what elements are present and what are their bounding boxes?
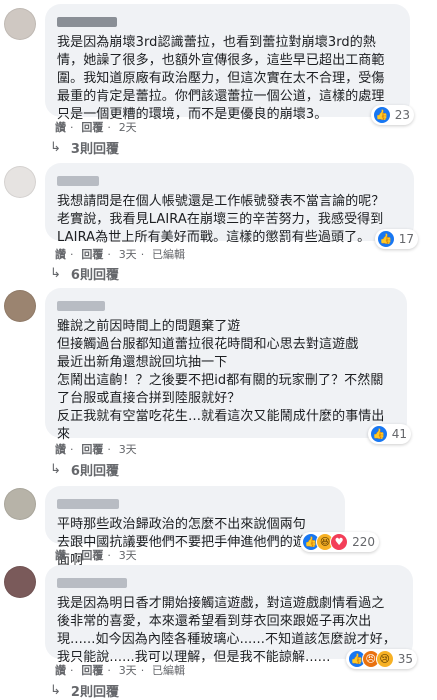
comment-bubble: 平時那些政治歸政治的怎麼不出來說個兩句 去跟中國抗議要他們不要把手伸進他們的遊戲… bbox=[45, 486, 379, 568]
reply-arrow-icon: ↳ bbox=[50, 683, 61, 698]
timestamp[interactable]: 2天 bbox=[119, 121, 137, 134]
author-name-redacted[interactable] bbox=[57, 176, 99, 186]
reaction-count: 17 bbox=[398, 232, 414, 246]
thumbs-up-icon: 👍 bbox=[372, 106, 391, 124]
sad-face-icon: 😢 bbox=[375, 650, 394, 668]
replies-label: 6則回覆 bbox=[70, 268, 119, 283]
replies-label: 6則回覆 bbox=[70, 464, 119, 479]
timestamp[interactable]: 3天 bbox=[119, 549, 137, 562]
avatar[interactable] bbox=[4, 488, 36, 520]
comment-text: 我是因為崩壞3rd認識蕾拉，也看到蕾拉對崩壞3rd的熱 情，她譟了很多，也額外宣… bbox=[57, 35, 385, 122]
author-name-redacted[interactable] bbox=[57, 499, 119, 509]
like-link[interactable]: 讚 bbox=[55, 664, 66, 677]
avatar[interactable] bbox=[4, 166, 36, 198]
reply-link[interactable]: 回覆 bbox=[81, 121, 103, 134]
like-link[interactable]: 讚 bbox=[55, 443, 66, 456]
reply-arrow-icon: ↳ bbox=[50, 140, 61, 155]
edited-label: 已編輯 bbox=[152, 664, 186, 677]
comment-actions: 讚 · 回覆 · 3天 · 已編輯 bbox=[55, 664, 186, 677]
timestamp[interactable]: 3天 bbox=[119, 664, 137, 677]
avatar[interactable] bbox=[4, 290, 36, 322]
heart-icon: ♥ bbox=[330, 533, 349, 551]
like-link[interactable]: 讚 bbox=[55, 248, 66, 261]
view-replies-button[interactable]: ↳ 6則回覆 bbox=[50, 460, 119, 479]
comment-bubble: 雖說之前因時間上的問題棄了遊 但接觸過台服都知道蕾拉很花時間和心思去對這遊戲 最… bbox=[45, 288, 411, 444]
timestamp[interactable]: 3天 bbox=[119, 443, 137, 456]
reaction-summary[interactable]: 👍 😆 ♥ 220 bbox=[300, 532, 379, 552]
reply-link[interactable]: 回覆 bbox=[81, 664, 103, 677]
replies-label: 3則回覆 bbox=[70, 142, 119, 157]
author-name-redacted[interactable] bbox=[57, 578, 127, 588]
view-replies-button[interactable]: ↳ 3則回覆 bbox=[50, 138, 119, 157]
like-link[interactable]: 讚 bbox=[55, 121, 66, 134]
reply-arrow-icon: ↳ bbox=[50, 462, 61, 477]
reaction-summary[interactable]: 👍 😠 😢 35 bbox=[345, 649, 417, 669]
reaction-count: 220 bbox=[352, 535, 375, 549]
comment-bubble: 我是因為明日香才開始接觸這遊戲，對這遊戲劇情看過之 後非常的喜愛，本來還希望看到… bbox=[45, 565, 417, 669]
comment-actions: 讚 · 回覆 · 2天 bbox=[55, 121, 137, 134]
thumbs-up-icon: 👍 bbox=[369, 425, 388, 443]
comment-actions: 讚 · 回覆 · 3天 bbox=[55, 549, 137, 562]
avatar[interactable] bbox=[4, 566, 36, 598]
comment-text: 我想請問是在個人帳號還是工作帳號發表不當言論的呢？ 老實說，我看見LAIRA在崩… bbox=[57, 194, 385, 245]
timestamp[interactable]: 3天 bbox=[119, 248, 137, 261]
edited-label: 已編輯 bbox=[152, 248, 186, 261]
replies-label: 2則回覆 bbox=[70, 685, 119, 700]
reaction-count: 23 bbox=[394, 108, 410, 122]
avatar[interactable] bbox=[4, 8, 36, 40]
reaction-summary[interactable]: 👍 23 bbox=[370, 105, 414, 125]
view-replies-button[interactable]: ↳ 2則回覆 bbox=[50, 681, 119, 700]
reply-link[interactable]: 回覆 bbox=[81, 549, 103, 562]
reply-arrow-icon: ↳ bbox=[50, 266, 61, 281]
comment-bubble: 我是因為崩壞3rd認識蕾拉，也看到蕾拉對崩壞3rd的熱 情，她譟了很多，也額外宣… bbox=[45, 4, 414, 125]
reaction-count: 41 bbox=[391, 427, 407, 441]
reaction-summary[interactable]: 👍 17 bbox=[374, 229, 418, 249]
comment-actions: 讚 · 回覆 · 3天 bbox=[55, 443, 137, 456]
reply-link[interactable]: 回覆 bbox=[81, 443, 103, 456]
reaction-summary[interactable]: 👍 41 bbox=[367, 424, 411, 444]
comment-text: 雖說之前因時間上的問題棄了遊 但接觸過台服都知道蕾拉很花時間和心思去對這遊戲 最… bbox=[57, 319, 385, 442]
author-name-redacted[interactable] bbox=[57, 301, 105, 311]
comment-actions: 讚 · 回覆 · 3天 · 已編輯 bbox=[55, 248, 186, 261]
comment-bubble: 我想請問是在個人帳號還是工作帳號發表不當言論的呢？ 老實說，我看見LAIRA在崩… bbox=[45, 163, 418, 249]
reply-link[interactable]: 回覆 bbox=[81, 248, 103, 261]
reaction-count: 35 bbox=[397, 652, 413, 666]
thumbs-up-icon: 👍 bbox=[376, 230, 395, 248]
like-link[interactable]: 讚 bbox=[55, 549, 66, 562]
view-replies-button[interactable]: ↳ 6則回覆 bbox=[50, 264, 119, 283]
author-name-redacted[interactable] bbox=[57, 17, 117, 27]
